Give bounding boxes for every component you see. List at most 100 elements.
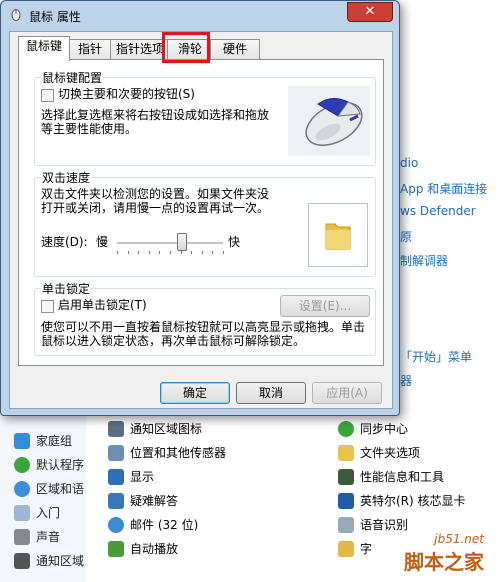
notification-icon [14, 552, 30, 569]
tab-label: 指针 [77, 42, 102, 56]
cancel-button-label: 取消 [258, 386, 283, 400]
cp-item-mail[interactable]: 邮件 (32 位) [108, 516, 198, 533]
apply-button[interactable]: 应用(A) [312, 382, 382, 404]
ok-button[interactable]: 确定 [160, 382, 230, 404]
cp-item-label: 声音 [36, 530, 61, 544]
tab-pointer-options[interactable]: 指针选项 [110, 39, 170, 60]
cp-fragment-3[interactable]: ws Defender [400, 204, 476, 218]
ok-button-label: 确定 [182, 386, 207, 400]
cp-item-label: 语音识别 [360, 518, 409, 532]
cp-item-label: 区域和语 [36, 482, 85, 496]
click-lock-desc-1: 使您可以不用一直按着鼠标按钮就可以高亮显示或拖拽。单击 [41, 320, 366, 334]
cp-item-label: 显示 [130, 470, 155, 484]
cp-item-label: 英特尔(R) 核芯显卡 [360, 494, 466, 508]
cancel-button[interactable]: 取消 [236, 382, 306, 404]
cp-fragment-1[interactable]: dio [400, 156, 418, 170]
tab-page-buttons: 鼠标键配置 切换主要和次要的按钮(S) 选择此复选框来将右按钮设成如选择和拖放 … [18, 59, 384, 366]
mail-icon [108, 516, 124, 533]
slider-tick [223, 251, 224, 254]
cp-item-default-programs[interactable]: 默认程序 [14, 456, 84, 473]
mouse-image-frame [288, 86, 370, 156]
slider-tick [117, 251, 118, 254]
cp-fragment-7[interactable]: 器 [400, 372, 412, 389]
homegroup-icon [14, 432, 30, 449]
speed-label: 速度(D): [41, 235, 88, 249]
tab-label: 硬件 [222, 42, 247, 56]
cp-item-sync-center[interactable]: 同步中心 [338, 420, 408, 437]
globe-icon [14, 480, 30, 497]
cp-item-label: 家庭组 [36, 434, 73, 448]
highlight-box [162, 32, 210, 63]
switch-buttons-label[interactable]: 切换主要和次要的按钮(S) [58, 87, 195, 101]
cp-item-speech[interactable]: 语音识别 [338, 516, 408, 533]
getting-started-icon [14, 504, 30, 521]
cp-item-fonts[interactable]: 字 [338, 540, 372, 557]
slider-tick [180, 251, 182, 254]
cp-item-label: 入门 [36, 506, 61, 520]
mouse-illustration-icon [305, 98, 363, 146]
cp-item-sound[interactable]: 声音 [14, 528, 60, 545]
double-click-desc-1: 双击文件夹以检测您的设置。如果文件夹没 [41, 187, 270, 201]
cp-item-getting-started[interactable]: 入门 [14, 504, 60, 521]
slider-tick [201, 251, 203, 254]
dialog-title: 鼠标 属性 [29, 10, 81, 24]
settings-button-label: 设置(E)... [298, 299, 352, 313]
microphone-icon [338, 516, 354, 533]
cp-fragment-4[interactable]: 原 [400, 228, 412, 245]
slider-tick [170, 251, 171, 254]
speaker-icon [14, 528, 30, 545]
cp-item-folder-options[interactable]: 文件夹选项 [338, 444, 420, 461]
double-click-speed-slider[interactable] [117, 242, 223, 245]
intel-graphics-icon [338, 492, 354, 509]
click-lock-desc-2: 鼠标以进入锁定状态，再次单击鼠标可解除锁定。 [41, 334, 306, 348]
close-icon: ✕ [364, 4, 376, 19]
click-lock-settings-button[interactable]: 设置(E)... [280, 295, 370, 317]
font-icon [338, 540, 354, 557]
default-programs-icon [14, 456, 30, 473]
cp-item-notification[interactable]: 通知区域 [14, 552, 84, 569]
button-config-title: 鼠标键配置 [41, 69, 104, 86]
tab-label: 指针选项 [115, 42, 164, 56]
click-lock-checkbox[interactable] [41, 300, 54, 313]
tab-hardware[interactable]: 硬件 [210, 39, 260, 60]
speed-fast-label: 快 [228, 235, 241, 249]
tab-buttons[interactable]: 鼠标键 [18, 36, 70, 61]
double-click-group: 双击速度 双击文件夹以检测您的设置。如果文件夹没 打开或关闭，请用慢一点的设置再… [34, 169, 376, 277]
location-sensor-icon [108, 444, 124, 461]
folder-icon [338, 444, 354, 461]
cp-item-troubleshoot[interactable]: 疑难解答 [108, 492, 178, 509]
troubleshoot-icon [108, 492, 124, 509]
double-click-desc-2: 打开或关闭，请用慢一点的设置再试一次。 [41, 201, 270, 215]
cp-item-display[interactable]: 显示 [108, 468, 154, 485]
cp-item-autoplay[interactable]: 自动播放 [108, 540, 178, 557]
cp-item-notification-icons[interactable]: 通知区域图标 [108, 420, 202, 437]
tab-label: 鼠标键 [25, 39, 62, 53]
close-button[interactable]: ✕ [347, 2, 393, 22]
cp-fragment-2[interactable]: App 和桌面连接 [400, 180, 487, 197]
cp-item-intel-graphics[interactable]: 英特尔(R) 核芯显卡 [338, 492, 466, 509]
watermark-name: 脚本之家 [404, 550, 484, 574]
cp-item-homegroup[interactable]: 家庭组 [14, 432, 72, 449]
mouse-icon [11, 9, 21, 21]
test-folder-frame[interactable] [308, 203, 368, 267]
apply-button-label: 应用(A) [326, 386, 368, 400]
cp-fragment-6[interactable]: 「开始」菜单 [400, 348, 472, 365]
click-lock-label[interactable]: 启用单击锁定(T) [58, 298, 147, 312]
display-icon [108, 468, 124, 485]
cp-item-region[interactable]: 区域和语 [14, 480, 84, 497]
slider-thumb[interactable] [176, 233, 187, 251]
slider-tick [212, 251, 214, 254]
title-bar[interactable]: 鼠标 属性 ✕ [1, 1, 399, 29]
tab-pointers[interactable]: 指针 [67, 39, 113, 60]
cp-fragment-5[interactable]: 制解调器 [400, 252, 448, 269]
cp-item-location[interactable]: 位置和其他传感器 [108, 444, 226, 461]
slider-tick [138, 251, 140, 254]
cp-item-performance[interactable]: 性能信息和工具 [338, 468, 444, 485]
click-lock-group: 单击锁定 启用单击锁定(T) 设置(E)... 使您可以不用一直按着鼠标按钮就可… [34, 280, 376, 356]
double-click-title: 双击速度 [41, 169, 92, 186]
button-config-group: 鼠标键配置 切换主要和次要的按钮(S) 选择此复选框来将右按钮设成如选择和拖放 … [34, 69, 376, 166]
switch-buttons-checkbox[interactable] [41, 89, 54, 102]
cp-item-label: 疑难解答 [130, 494, 179, 508]
test-folder-icon [325, 223, 351, 250]
notification-area-icon [108, 420, 124, 437]
